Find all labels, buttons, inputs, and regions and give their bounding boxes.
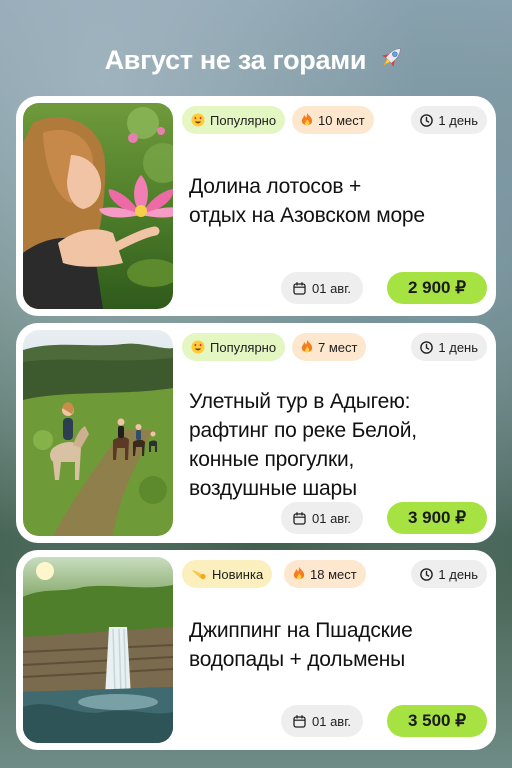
calendar-icon	[293, 511, 306, 525]
date-label: 01 авг.	[312, 713, 351, 729]
places-badge: 7 мест	[292, 333, 367, 361]
new-badge-label: Новинка	[212, 566, 264, 582]
fire-emoji-icon	[301, 340, 313, 354]
heart-eyes-emoji-icon	[191, 113, 205, 127]
popular-badge-label: Популярно	[210, 339, 277, 355]
tour-image-lotus	[23, 103, 173, 309]
places-badge: 10 мест	[292, 106, 374, 134]
new-badge: Новинка	[182, 560, 273, 588]
date-pill[interactable]: 01 авг.	[281, 272, 363, 304]
places-badge-label: 7 мест	[318, 339, 358, 355]
fire-emoji-icon	[293, 567, 305, 581]
popular-badge: Популярно	[182, 106, 286, 134]
tour-title-line: водопады + дольмены	[189, 648, 406, 671]
tour-title: Улетный тур в Адыгею: рафтинг по реке Бе…	[189, 387, 482, 503]
tour-title-line: Долина лотосов +	[189, 175, 362, 198]
calendar-icon	[293, 714, 306, 728]
duration-badge: 1 день	[411, 560, 487, 588]
tour-title-line: Джиппинг на Пшадские	[189, 619, 413, 642]
date-pill[interactable]: 01 авг.	[281, 502, 363, 534]
duration-badge-label: 1 день	[438, 339, 478, 355]
popular-badge-label: Популярно	[210, 112, 277, 128]
fire-emoji-icon	[301, 113, 313, 127]
popular-badge: Популярно	[182, 333, 286, 361]
rocket-icon	[377, 42, 407, 79]
price-button[interactable]: 3 500 ₽	[387, 705, 487, 737]
tour-title-line: воздушные шары	[189, 477, 357, 500]
duration-badge: 1 день	[411, 333, 487, 361]
tour-title-line: Улетный тур в Адыгею:	[189, 390, 411, 413]
tour-image-horses	[23, 330, 173, 536]
duration-badge: 1 день	[411, 106, 487, 134]
places-badge-label: 18 мест	[310, 566, 357, 582]
calendar-icon	[293, 281, 306, 295]
duration-badge-label: 1 день	[438, 566, 478, 582]
price-button[interactable]: 2 900 ₽	[387, 272, 487, 304]
clock-icon	[420, 113, 434, 127]
tour-card[interactable]: Новинка 18 мест 1 день Джиппинг на Пшадс…	[16, 550, 496, 750]
date-pill[interactable]: 01 авг.	[281, 705, 363, 737]
tour-title: Долина лотосов + отдых на Азовском море	[189, 172, 482, 230]
date-label: 01 авг.	[312, 510, 351, 526]
places-badge: 18 мест	[284, 560, 366, 588]
price-button[interactable]: 3 900 ₽	[387, 502, 487, 534]
clock-icon	[420, 567, 434, 581]
clock-icon	[420, 340, 434, 354]
tour-title-line: конные прогулки,	[189, 448, 355, 471]
heading-title: Август не за горами	[104, 45, 367, 75]
page-heading: Август не за горами	[0, 42, 512, 79]
tour-title-line: рафтинг по реке Белой,	[189, 419, 417, 442]
tour-card[interactable]: Популярно 7 мест 1 день Улетный тур в Ад…	[16, 323, 496, 543]
heart-eyes-emoji-icon	[191, 340, 205, 354]
tour-image-waterfall	[23, 557, 173, 743]
tour-title-line: отдых на Азовском море	[189, 204, 425, 227]
date-label: 01 авг.	[312, 280, 351, 296]
places-badge-label: 10 мест	[318, 112, 365, 128]
comet-emoji-icon	[191, 568, 207, 580]
tour-card[interactable]: Популярно 10 мест 1 день Долина лотосов …	[16, 96, 496, 316]
tour-title: Джиппинг на Пшадские водопады + дольмены	[189, 616, 482, 674]
duration-badge-label: 1 день	[438, 112, 478, 128]
